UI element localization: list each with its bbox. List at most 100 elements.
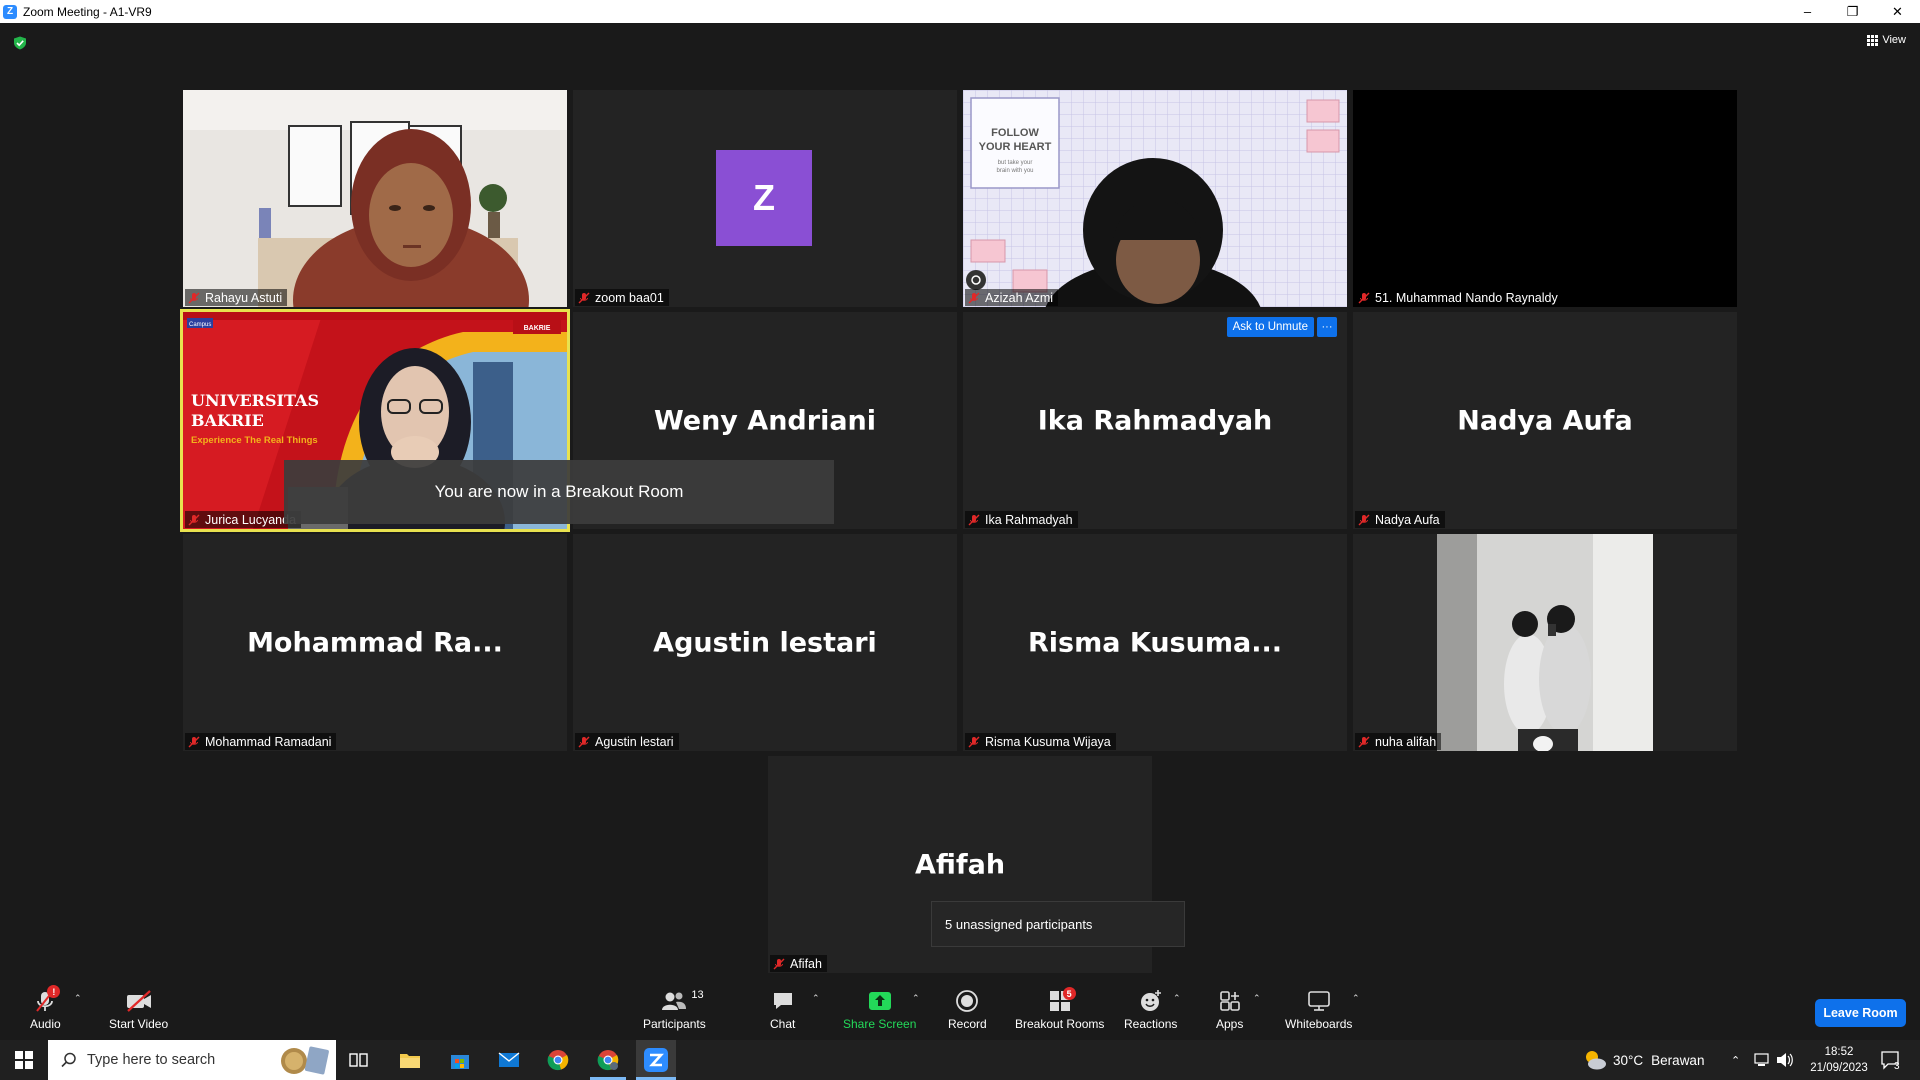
minimize-button[interactable]: –	[1785, 0, 1830, 23]
show-hidden-icons-chevron-icon[interactable]: ⌃	[1731, 1040, 1740, 1080]
audio-options-caret-icon[interactable]: ⌃	[74, 993, 82, 1004]
task-view-icon[interactable]	[347, 1048, 371, 1072]
audio-label: Audio	[30, 1017, 61, 1031]
participant-display-name: Afifah	[914, 849, 1006, 880]
record-label: Record	[948, 1017, 987, 1031]
notification-center-icon[interactable]: 3	[1880, 1040, 1900, 1080]
search-icon	[61, 1052, 76, 1068]
participant-name: Azizah Azmi	[985, 290, 1054, 305]
share-screen-icon	[868, 992, 891, 1010]
participant-name: Agustin lestari	[595, 734, 674, 749]
reactions-options-caret-icon[interactable]: ⌃	[1173, 993, 1181, 1004]
network-icon[interactable]	[1754, 1040, 1772, 1080]
audio-button[interactable]: ! Audio	[30, 985, 61, 1031]
breakout-room-notification: You are now in a Breakout Room	[284, 460, 834, 524]
encryption-shield-icon[interactable]	[13, 36, 27, 50]
participant-name-bar: zoom baa01	[575, 289, 669, 306]
apps-icon	[1219, 991, 1240, 1011]
whiteboards-button[interactable]: Whiteboards	[1285, 989, 1352, 1031]
muted-mic-icon	[968, 292, 980, 303]
chrome-profile-icon[interactable]	[596, 1048, 620, 1072]
video-tile-mohammad-ramadani[interactable]: Mohammad Ra... Mohammad Ramadani	[183, 534, 567, 751]
participant-name-bar: Azizah Azmi	[965, 289, 1059, 306]
apps-label: Apps	[1216, 1017, 1244, 1031]
share-screen-button[interactable]: Share Screen	[843, 989, 916, 1031]
video-tile-nadya-aufa[interactable]: Nadya Aufa Nadya Aufa	[1353, 312, 1737, 529]
video-tile-nuha-alifah[interactable]: nuha alifah	[1353, 534, 1737, 751]
weather-condition: Berawan	[1651, 1052, 1705, 1068]
muted-mic-icon	[1358, 736, 1370, 747]
search-highlight-image-icon	[281, 1046, 329, 1075]
slide-title-line2: BAKRIE	[191, 411, 264, 430]
share-options-caret-icon[interactable]: ⌃	[912, 993, 920, 1004]
system-clock[interactable]: 18:52 21/09/2023	[1804, 1044, 1874, 1076]
ask-to-unmute-button[interactable]: Ask to Unmute	[1226, 317, 1314, 337]
breakout-rooms-label: Breakout Rooms	[1015, 1017, 1105, 1031]
file-explorer-icon[interactable]	[398, 1048, 422, 1072]
video-tile-zoom-baa01[interactable]: Z zoom baa01	[573, 90, 957, 307]
participant-name-bar: Mohammad Ramadani	[185, 733, 337, 750]
poster-line3: but take your	[998, 160, 1033, 166]
chat-options-caret-icon[interactable]: ⌃	[812, 993, 820, 1004]
participant-name-bar: 51. Muhammad Nando Raynaldy	[1355, 289, 1563, 306]
apps-button[interactable]: Apps	[1216, 989, 1243, 1031]
weather-widget[interactable]: 30°C Berawan	[1583, 1040, 1704, 1080]
breakout-rooms-button[interactable]: 5 Breakout Rooms	[1015, 987, 1105, 1031]
video-tile-azizah-azmi[interactable]: FOLLOW YOUR HEART but take your brain wi…	[963, 90, 1347, 307]
record-button[interactable]: Record	[948, 989, 987, 1031]
participant-name: Rahayu Astuti	[205, 290, 283, 305]
maximize-button[interactable]: ❐	[1830, 0, 1875, 23]
chrome-icon[interactable]	[546, 1048, 570, 1072]
volume-icon[interactable]	[1776, 1040, 1794, 1080]
participant-name: Jurica Lucyanda	[205, 512, 297, 527]
video-tile-muhammad-nando-raynaldy[interactable]: 51. Muhammad Nando Raynaldy	[1353, 90, 1737, 307]
taskbar-search-box[interactable]: Type here to search	[48, 1040, 336, 1080]
muted-mic-icon	[578, 736, 590, 747]
title-bar: Z Zoom Meeting - A1-VR9 – ❐ ✕	[0, 0, 1920, 23]
participant-display-name: Nadya Aufa	[1457, 405, 1633, 436]
video-tile-agustin-lestari[interactable]: Agustin lestari Agustin lestari	[573, 534, 957, 751]
window-title: Zoom Meeting - A1-VR9	[23, 4, 152, 19]
participant-name: Afifah	[790, 956, 822, 971]
video-tile-rahayu-astuti[interactable]: Rahayu Astuti	[183, 90, 567, 307]
muted-mic-icon	[188, 514, 200, 525]
whiteboards-options-caret-icon[interactable]: ⌃	[1352, 993, 1360, 1004]
participants-count: 13	[691, 989, 704, 1001]
start-video-button[interactable]: Start Video	[109, 989, 168, 1031]
participant-name: zoom baa01	[595, 290, 664, 305]
muted-mic-icon	[1358, 292, 1370, 303]
reactions-button[interactable]: Reactions	[1124, 989, 1177, 1031]
search-placeholder: Type here to search	[87, 1052, 216, 1068]
participant-name-bar: Rahayu Astuti	[185, 289, 288, 306]
whiteboard-icon	[1307, 991, 1330, 1011]
muted-mic-icon	[1358, 514, 1370, 525]
mail-icon[interactable]	[497, 1048, 521, 1072]
windows-taskbar: Type here to search 30°C Berawan ⌃ 18:52…	[0, 1040, 1920, 1080]
slide-logo-text: BAKRIE	[524, 325, 551, 332]
microsoft-store-icon[interactable]	[448, 1048, 472, 1072]
view-button[interactable]: View	[1867, 34, 1906, 46]
participant-display-name: Mohammad Ra...	[247, 627, 503, 658]
participant-display-name: Ika Rahmadyah	[1037, 405, 1273, 436]
participants-button[interactable]: 13 Participants	[643, 989, 706, 1031]
apps-options-caret-icon[interactable]: ⌃	[1253, 993, 1261, 1004]
audio-warning-badge: !	[47, 985, 61, 998]
notification-count: 3	[1894, 1060, 1900, 1072]
more-options-button[interactable]: ···	[1317, 317, 1337, 337]
close-button[interactable]: ✕	[1875, 0, 1920, 23]
participant-name-bar: nuha alifah	[1355, 733, 1442, 750]
participant-display-name: Weny Andriani	[653, 405, 877, 436]
video-off-icon	[126, 990, 151, 1012]
leave-room-button[interactable]: Leave Room	[1815, 999, 1906, 1027]
zoom-taskbar-button[interactable]	[636, 1040, 676, 1080]
slide-corner-text: Campus	[189, 322, 211, 328]
video-tile-ika-rahmadyah[interactable]: Ask to Unmute ··· Ika Rahmadyah Ika Rahm…	[963, 312, 1347, 529]
windows-logo-icon	[15, 1051, 33, 1069]
breakout-rooms-badge: 5	[1062, 987, 1076, 1000]
participant-name: Nadya Aufa	[1375, 512, 1440, 527]
muted-mic-icon	[578, 292, 590, 303]
participant-video: FOLLOW YOUR HEART but take your brain wi…	[963, 90, 1347, 307]
start-button[interactable]	[0, 1040, 48, 1080]
chat-button[interactable]: Chat	[770, 989, 795, 1031]
video-tile-risma-kusuma-wijaya[interactable]: Risma Kusuma... Risma Kusuma Wijaya	[963, 534, 1347, 751]
